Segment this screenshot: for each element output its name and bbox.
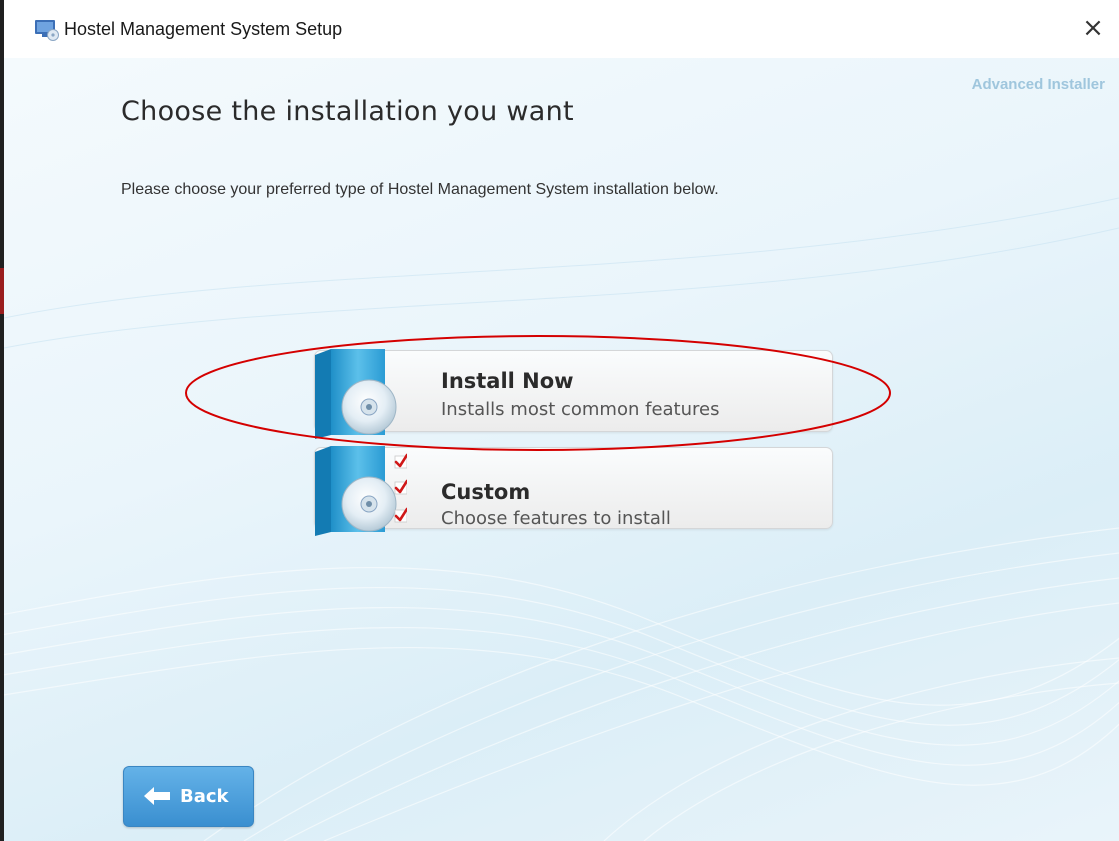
back-button-label: Back [180, 786, 229, 807]
page-title: Choose the installation you want [121, 96, 574, 127]
custom-description: Choose features to install [441, 508, 671, 529]
cd-box-checklist-icon [315, 446, 407, 536]
back-button[interactable]: Back [123, 766, 254, 827]
installer-body: Advanced Installer Choose the installati… [4, 58, 1119, 841]
page-description: Please choose your preferred type of Hos… [121, 181, 719, 198]
close-button[interactable]: × [1075, 10, 1111, 46]
brand-label: Advanced Installer [971, 76, 1105, 93]
installer-monitor-icon [35, 20, 59, 41]
custom-title: Custom [441, 480, 531, 504]
title-bar: Hostel Management System Setup × [4, 0, 1119, 58]
highlight-ellipse [185, 335, 891, 451]
window-title: Hostel Management System Setup [64, 19, 343, 39]
left-arrow-icon [144, 787, 170, 805]
custom-option[interactable]: Custom Choose features to install [314, 446, 833, 536]
